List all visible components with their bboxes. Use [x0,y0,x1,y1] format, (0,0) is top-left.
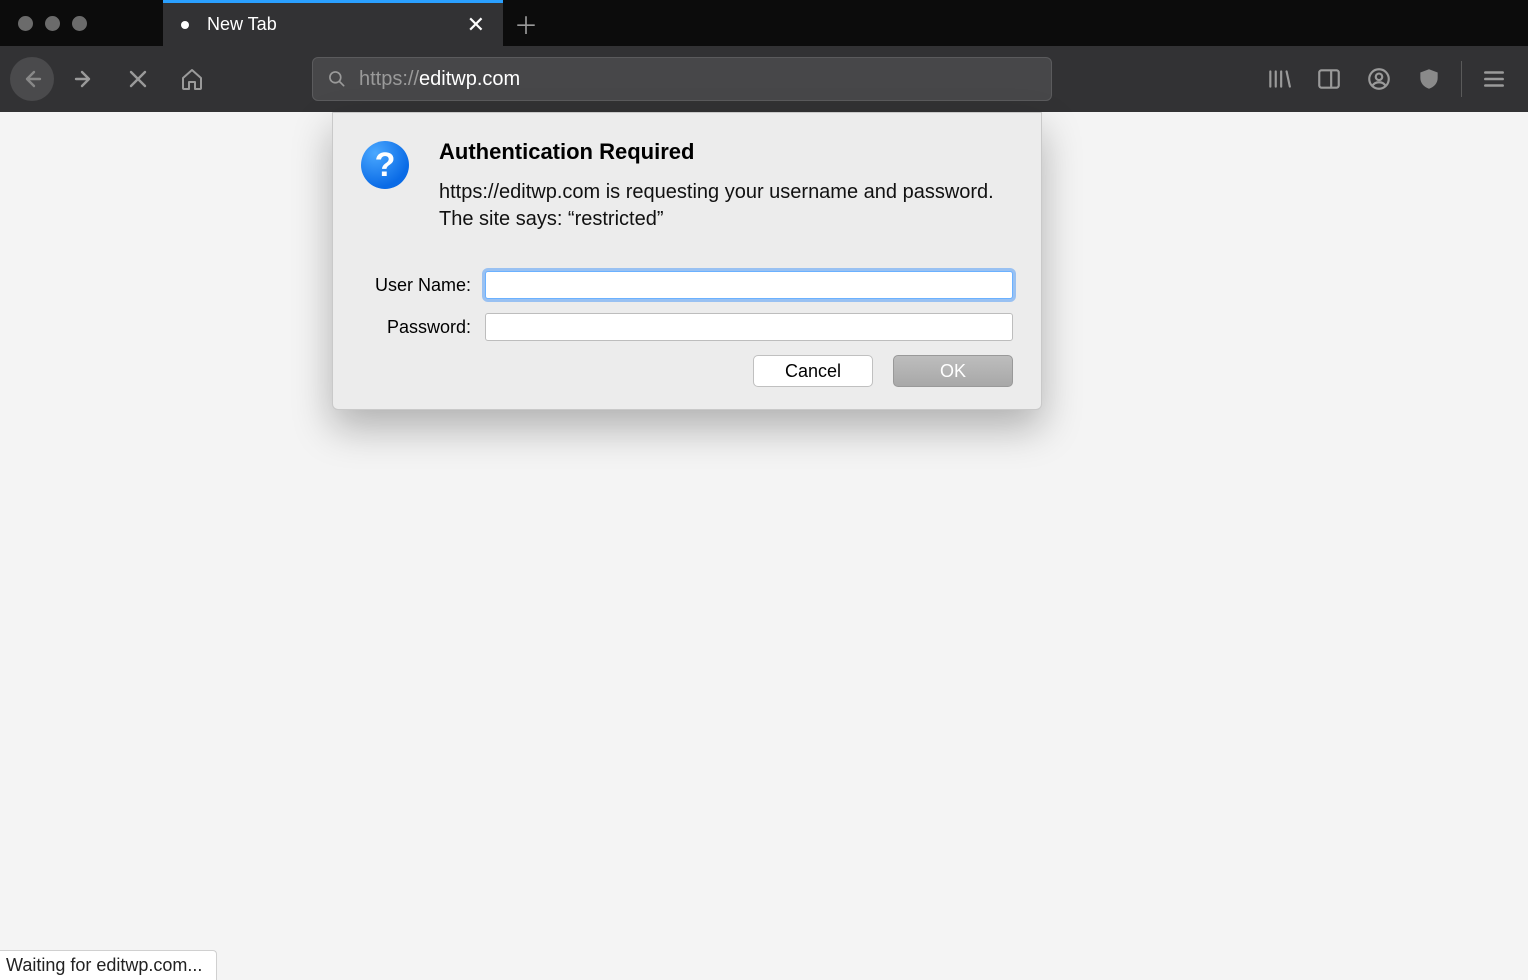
password-input[interactable] [485,313,1013,341]
home-icon [180,67,204,91]
library-icon [1266,66,1292,92]
cancel-button[interactable]: Cancel [753,355,873,387]
url-text: https://editwp.com [359,68,520,91]
sidebar-button[interactable] [1305,55,1353,103]
hamburger-icon [1481,66,1507,92]
window-zoom-dot[interactable] [72,16,87,31]
account-button[interactable] [1355,55,1403,103]
tab-favicon [181,21,189,29]
stop-button[interactable] [114,55,162,103]
home-button[interactable] [168,55,216,103]
sidebar-icon [1316,66,1342,92]
username-input[interactable] [485,271,1013,299]
tab-strip: New Tab ✕ ＋ [0,0,1528,46]
arrow-right-icon [72,67,96,91]
status-bar: Waiting for editwp.com... [0,950,217,980]
menu-button[interactable] [1470,55,1518,103]
shield-button[interactable] [1405,55,1453,103]
browser-tab[interactable]: New Tab ✕ [163,0,503,46]
auth-dialog: ? Authentication Required https://editwp… [332,112,1042,410]
auth-form: User Name: Password: Cancel OK [361,271,1013,387]
password-label: Password: [361,317,471,338]
ok-button[interactable]: OK [893,355,1013,387]
window-controls [18,16,87,31]
shield-icon [1416,66,1442,92]
x-icon [126,67,150,91]
username-label: User Name: [361,275,471,296]
plus-icon: ＋ [514,6,538,41]
question-icon: ? [361,141,409,189]
new-tab-button[interactable]: ＋ [503,0,549,46]
window-minimize-dot[interactable] [45,16,60,31]
search-icon [327,69,347,89]
close-icon[interactable]: ✕ [467,12,485,38]
dialog-title: Authentication Required [439,139,1013,165]
back-button[interactable] [10,57,54,101]
address-bar[interactable]: https://editwp.com [312,57,1052,101]
toolbar-divider [1461,61,1462,97]
url-protocol: https:// [359,68,419,90]
account-icon [1366,66,1392,92]
nav-toolbar: https://editwp.com [0,46,1528,112]
forward-button[interactable] [60,55,108,103]
library-button[interactable] [1255,55,1303,103]
toolbar-right [1255,55,1518,103]
tab-title: New Tab [207,14,467,35]
arrow-left-icon [20,67,44,91]
dialog-message: https://editwp.com is requesting your us… [439,179,1013,233]
window-close-dot[interactable] [18,16,33,31]
url-domain: editwp.com [419,68,520,90]
